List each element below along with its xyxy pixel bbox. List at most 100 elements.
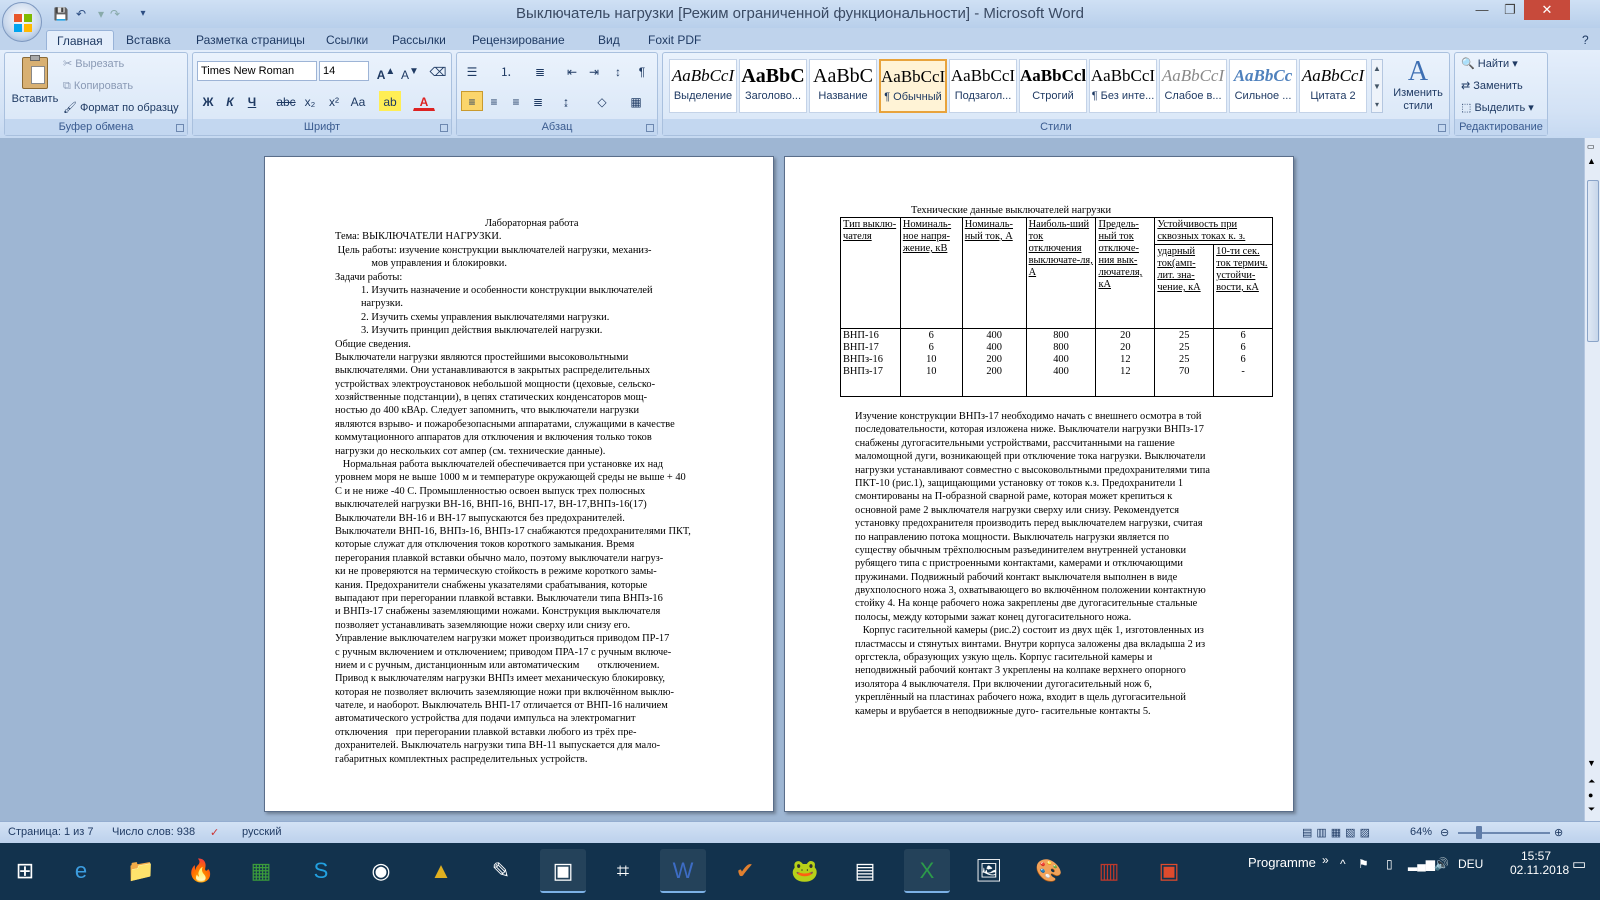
save-icon[interactable]: 💾: [52, 5, 70, 23]
text-line[interactable]: с ручным включением и отключением; приво…: [335, 646, 691, 659]
redo-icon[interactable]: ↷: [106, 5, 124, 23]
undo-icon[interactable]: ↶: [72, 5, 90, 23]
text-line[interactable]: двухполосного ножа 3, охватывающего во в…: [855, 584, 1210, 597]
scroll-up-icon[interactable]: ▲: [1587, 156, 1596, 166]
text-line[interactable]: Привод к выключателям нагрузки ВНПз имее…: [335, 672, 691, 685]
borders-icon[interactable]: ▦: [625, 91, 647, 111]
superscript-icon[interactable]: x²: [323, 91, 345, 111]
text-line[interactable]: ки не проверяются на термическую стойкос…: [335, 565, 691, 578]
multilevel-list-icon[interactable]: ≣: [529, 61, 551, 81]
vertical-scrollbar[interactable]: ▭ ▲ ▼ ⏶ ● ⏷: [1584, 138, 1600, 821]
zoom-in-icon[interactable]: ⊕: [1554, 826, 1563, 839]
volume-icon[interactable]: 🔊: [1434, 857, 1449, 871]
chrome-icon[interactable]: ◉: [358, 849, 404, 893]
text-line[interactable]: являются взрыво- и пожаробезопасными апп…: [335, 418, 691, 431]
text-line[interactable]: Нормальная работа выключателей обеспечив…: [335, 458, 691, 471]
next-page-icon[interactable]: ⏷: [1588, 804, 1595, 815]
format-painter-button[interactable]: 🖌 Формат по образцу: [63, 99, 179, 117]
align-center-icon[interactable]: ≡: [483, 91, 505, 111]
text-line[interactable]: основной раме 2 выключателя нагрузки све…: [855, 504, 1210, 517]
style-quote-2[interactable]: AaBbCcI Цитата 2: [1299, 59, 1367, 113]
text-line[interactable]: Выключатели ВНП-16, ВНПз-16, ВНПз-17 сна…: [335, 525, 691, 538]
restore-button[interactable]: ❐: [1496, 0, 1524, 20]
text-line[interactable]: маломощной дуги, возникающей при отключе…: [855, 450, 1210, 463]
style-strong[interactable]: AaBbCcl Строгий: [1019, 59, 1087, 113]
text-line[interactable]: нагрузки устанавливают совместно с высок…: [855, 464, 1210, 477]
text-line[interactable]: 3. Изучить принцип действия выключателей…: [335, 324, 691, 337]
prev-page-icon[interactable]: ⏶: [1588, 776, 1595, 787]
text-line[interactable]: Управление выключателем нагрузки может п…: [335, 632, 691, 645]
notifications-icon[interactable]: ▭: [1572, 855, 1586, 873]
text-line[interactable]: устройствах электроустановок небольшой м…: [335, 378, 691, 391]
tab-insert[interactable]: Вставка: [116, 30, 181, 50]
italic-icon[interactable]: К: [219, 91, 241, 111]
command-prompt-icon[interactable]: ▣: [540, 849, 586, 893]
paint-icon[interactable]: 🎨: [1026, 849, 1072, 893]
text-line[interactable]: выпадают при перегорании плавкой вставки…: [335, 592, 691, 605]
subscript-icon[interactable]: x₂: [299, 91, 321, 111]
browse-object-icon[interactable]: ●: [1588, 790, 1593, 800]
windows-start-icon[interactable]: ⊞: [0, 849, 50, 893]
excel-taskbar-icon[interactable]: X: [904, 849, 950, 893]
underline-icon[interactable]: Ч: [241, 91, 263, 111]
shading-icon[interactable]: ◇: [591, 91, 613, 111]
scroll-down-icon[interactable]: ▼: [1587, 758, 1596, 768]
text-line[interactable]: установку предохранителя производить пер…: [855, 517, 1210, 530]
app-icon[interactable]: 🔥: [178, 849, 224, 893]
text-line[interactable]: Корпус гасительной камеры (рис.2) состои…: [855, 624, 1210, 637]
text-line[interactable]: Цель работы: изучение конструкции выключ…: [335, 244, 691, 257]
image-viewer-icon[interactable]: 🖼: [966, 849, 1012, 893]
flag-icon[interactable]: ⚑: [1358, 857, 1369, 871]
spec-table[interactable]: Тип выклю-чателя Номиналь-ное напря-жени…: [840, 217, 1273, 397]
text-line[interactable]: позволяет устанавливать заземляющие ножи…: [335, 619, 691, 632]
word-count[interactable]: Число слов: 938: [112, 826, 195, 838]
network-icon[interactable]: ▂▄▆: [1408, 857, 1435, 871]
pen-app-icon[interactable]: ✎: [478, 849, 524, 893]
change-styles-button[interactable]: A Изменить стили: [1389, 57, 1447, 117]
text-line[interactable]: дохранителей. Выключатель нагрузки типа …: [335, 739, 691, 752]
text-line[interactable]: нием и с ручным, дистанционным или автом…: [335, 659, 691, 672]
tab-view[interactable]: Вид: [588, 30, 630, 50]
text-line[interactable]: которые служат для отключения токов коро…: [335, 538, 691, 551]
text-line[interactable]: уровнем моря не выше 1000 м и температур…: [335, 471, 691, 484]
copy-button[interactable]: ⧉ Копировать: [63, 77, 133, 95]
bullets-icon[interactable]: ☰: [461, 61, 483, 81]
battery-icon[interactable]: ▯: [1386, 857, 1393, 871]
text-line[interactable]: камеры и врубается в неподвижные дуго- г…: [855, 705, 1210, 718]
keyboard-language[interactable]: DEU: [1458, 857, 1483, 871]
text-line[interactable]: 2. Изучить схемы управления выключателям…: [335, 311, 691, 324]
text-line[interactable]: Задачи работы:: [335, 271, 691, 284]
text-line[interactable]: нагрузки до нескольких сот ампер (см. те…: [335, 445, 691, 458]
text-line[interactable]: смонтированы на П-образной сварной раме,…: [855, 490, 1210, 503]
text-line[interactable]: нагрузки.: [335, 297, 691, 310]
text-line[interactable]: 1. Изучить назначение и особенности конс…: [335, 284, 691, 297]
text-line[interactable]: С и не ниже -40 С. Промышленностью освое…: [335, 485, 691, 498]
customize-qat-icon[interactable]: ▾: [134, 5, 152, 23]
frog-app-icon[interactable]: 🐸: [782, 849, 828, 893]
highlight-icon[interactable]: ab: [379, 91, 401, 111]
skype-icon[interactable]: S: [298, 849, 344, 893]
toolbar-expand-icon[interactable]: »: [1322, 853, 1329, 867]
tab-review[interactable]: Рецензирование: [462, 30, 575, 50]
style-heading[interactable]: AaBbC Заголово...: [739, 59, 807, 113]
text-line[interactable]: укреплённый на пластинах рабочего ножа, …: [855, 691, 1210, 704]
style-emphasis[interactable]: AaBbCcI Выделение: [669, 59, 737, 113]
programme-toolbar[interactable]: Programme: [1248, 855, 1316, 870]
find-button[interactable]: 🔍 Найти ▾: [1461, 55, 1518, 73]
sort-icon[interactable]: ↕: [607, 61, 629, 81]
text-line[interactable]: по направлению потока мощности. Выключат…: [855, 531, 1210, 544]
text-line[interactable]: автоматического устройства для подачи им…: [335, 712, 691, 725]
font-color-icon[interactable]: A: [413, 91, 435, 111]
grow-font-icon[interactable]: A▲: [375, 61, 397, 82]
shrink-font-icon[interactable]: A▼: [399, 61, 421, 82]
font-name-field[interactable]: Times New Roman: [197, 61, 317, 81]
close-button[interactable]: ✕: [1524, 0, 1570, 20]
tab-home[interactable]: Главная: [46, 30, 114, 50]
numbering-icon[interactable]: ⒈: [495, 61, 517, 81]
zoom-level[interactable]: 64%: [1410, 826, 1432, 838]
scroll-thumb[interactable]: [1587, 180, 1599, 342]
network-app-icon[interactable]: ⌗: [600, 849, 646, 893]
text-line[interactable]: кания. Предохранители снабжены указателя…: [335, 579, 691, 592]
zoom-slider-thumb[interactable]: [1476, 826, 1482, 839]
text-line[interactable]: ностью до 400 кВАр. Следует запомнить, ч…: [335, 404, 691, 417]
